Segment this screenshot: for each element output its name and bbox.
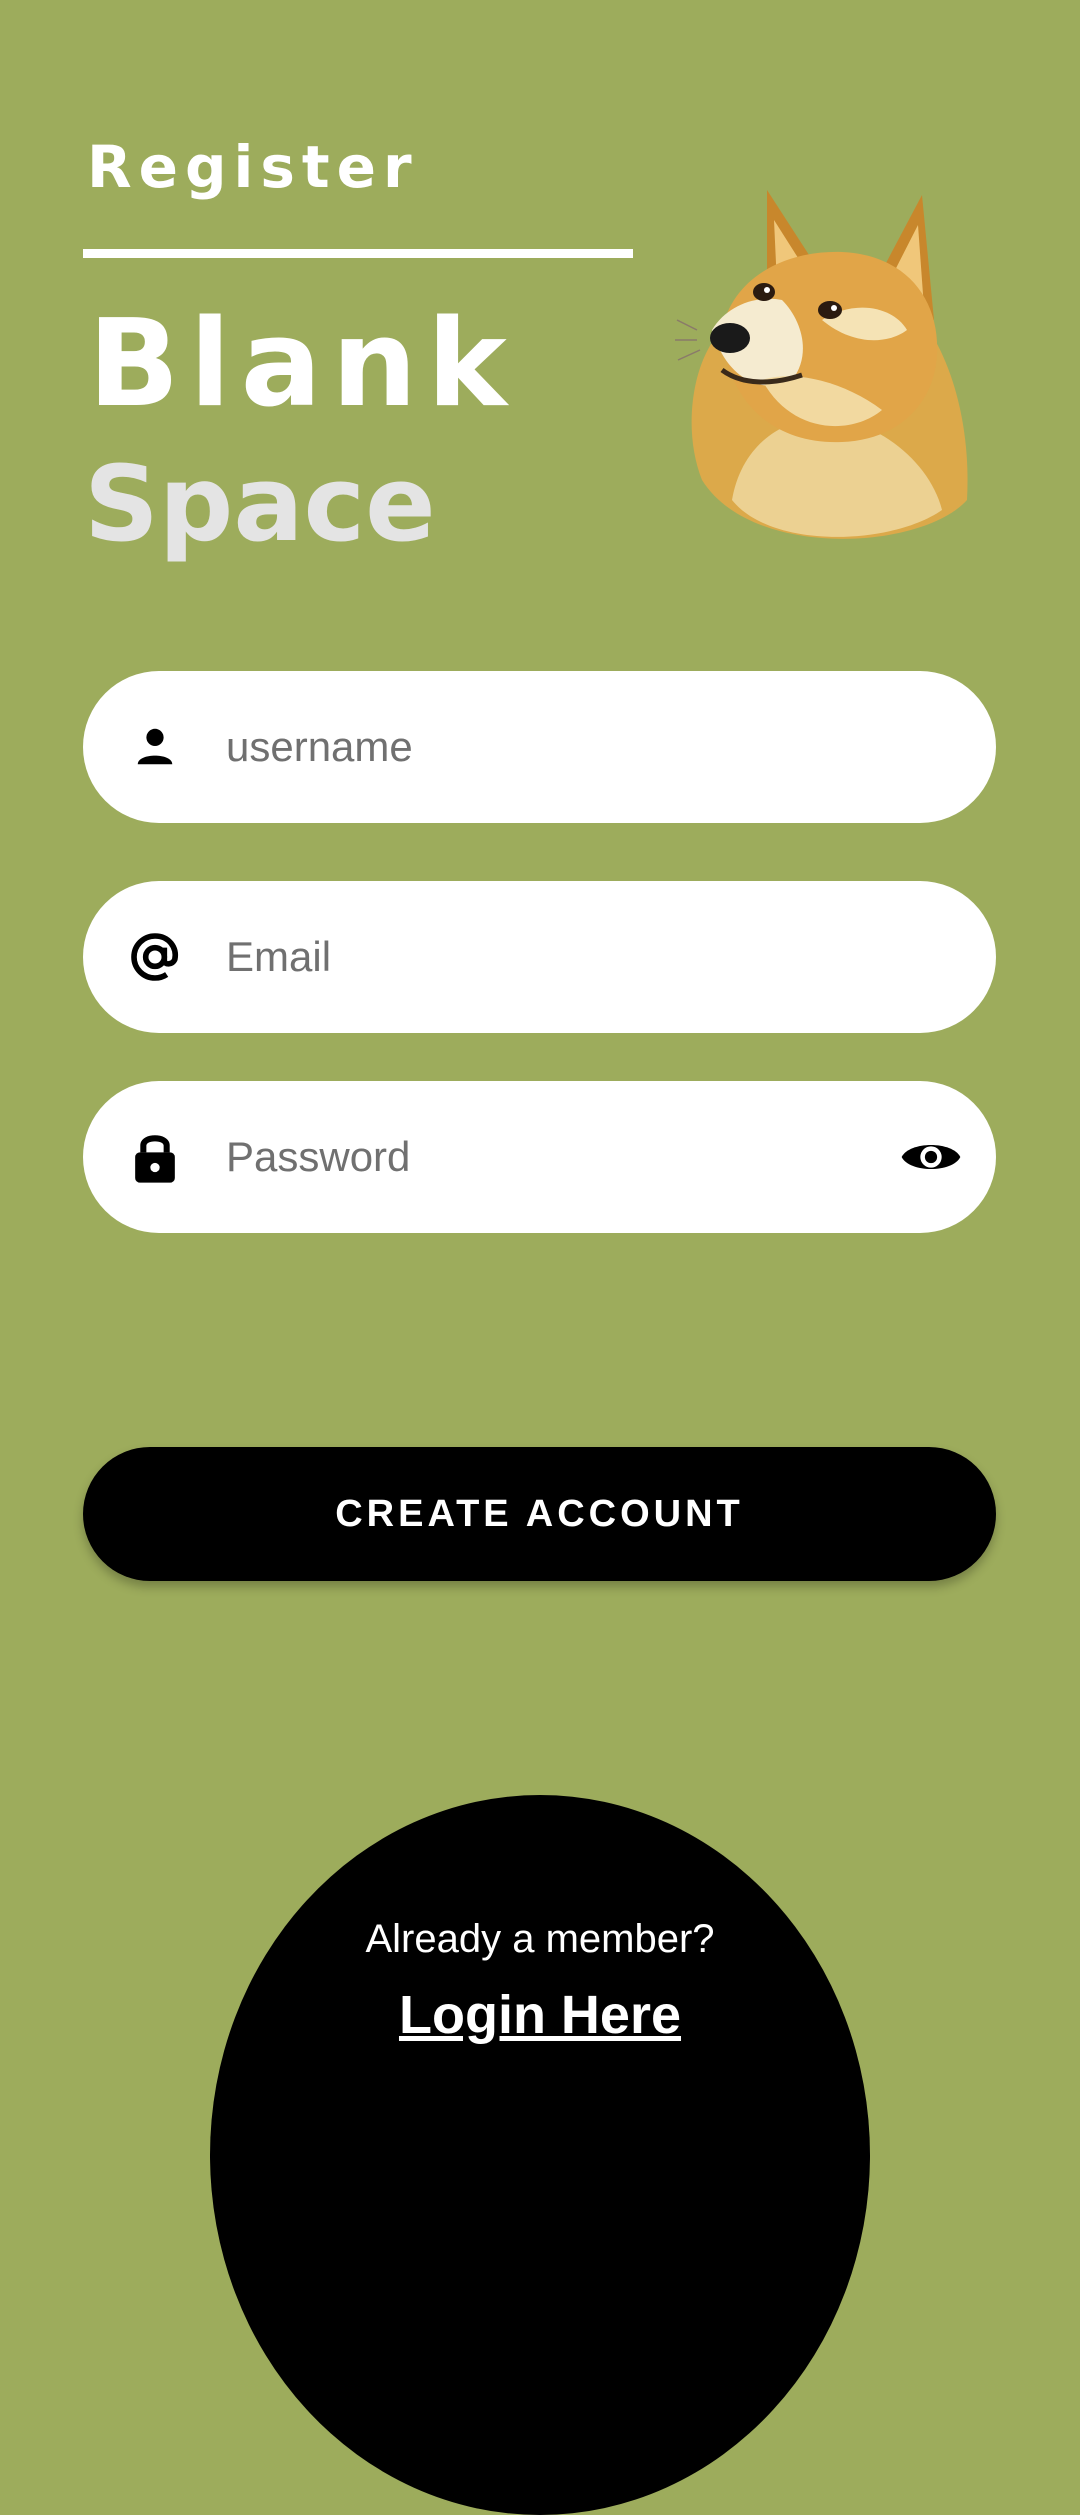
login-link[interactable]: Login Here bbox=[0, 1984, 1080, 2046]
lock-icon bbox=[123, 1125, 187, 1189]
email-field[interactable]: Email bbox=[83, 881, 996, 1033]
member-prompt: Already a member? bbox=[365, 1917, 715, 1961]
title-blank: Blank bbox=[88, 295, 517, 434]
title-space: Space bbox=[84, 443, 436, 565]
header-divider bbox=[83, 249, 633, 258]
at-icon bbox=[123, 925, 187, 989]
username-input[interactable]: username bbox=[226, 671, 413, 823]
email-input[interactable]: Email bbox=[226, 881, 331, 1033]
footer-circle bbox=[210, 1795, 870, 2515]
password-field[interactable]: Password bbox=[83, 1081, 996, 1233]
password-input[interactable]: Password bbox=[226, 1081, 410, 1233]
doge-illustration bbox=[675, 190, 968, 539]
eye-icon[interactable] bbox=[896, 1125, 966, 1189]
person-icon bbox=[123, 715, 187, 779]
create-account-button[interactable]: CREATE ACCOUNT bbox=[83, 1447, 996, 1581]
username-field[interactable]: username bbox=[83, 671, 996, 823]
register-label: Register bbox=[87, 133, 419, 201]
